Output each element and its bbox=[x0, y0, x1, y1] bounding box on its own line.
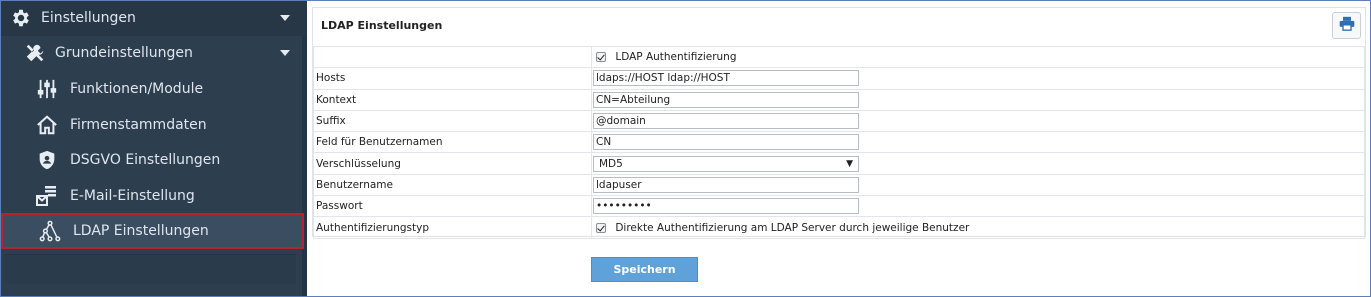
encryption-select[interactable]: MD5 ▼ bbox=[593, 155, 859, 172]
sidebar-item-label: Einstellungen bbox=[41, 10, 136, 26]
sliders-icon bbox=[34, 76, 60, 102]
shield-icon bbox=[34, 147, 60, 173]
home-icon bbox=[34, 112, 60, 138]
suffix-label: Suffix bbox=[313, 109, 592, 133]
kontext-label: Kontext bbox=[313, 88, 592, 111]
tools-icon bbox=[22, 40, 48, 66]
sidebar-item-einstellungen[interactable]: Einstellungen bbox=[0, 0, 307, 36]
print-button[interactable] bbox=[1332, 12, 1361, 39]
sidebar-item-label: Grundeinstellungen bbox=[55, 45, 193, 61]
sidebar-item-label: LDAP Einstellungen bbox=[73, 223, 209, 239]
sidebar-item-label: E-Mail-Einstellung bbox=[70, 188, 195, 204]
passwort-input[interactable] bbox=[593, 198, 859, 215]
sidebar-item-dsgvo[interactable]: DSGVO Einstellungen bbox=[0, 142, 307, 178]
gear-icon bbox=[8, 5, 34, 31]
sidebar-item-label: DSGVO Einstellungen bbox=[70, 152, 221, 168]
hosts-label: Hosts bbox=[313, 67, 592, 90]
table-row: Hosts bbox=[313, 67, 1365, 90]
sidebar-item-email[interactable]: E-Mail-Einstellung bbox=[0, 178, 307, 214]
table-row: Suffix bbox=[313, 109, 1365, 133]
chevron-down-icon[interactable] bbox=[280, 50, 290, 56]
table-row: Passwort bbox=[313, 195, 1365, 218]
encryption-value: MD5 bbox=[599, 157, 623, 170]
username-field-label: Feld für Benutzernamen bbox=[313, 131, 592, 154]
sidebar: Einstellungen Grundeinstellungen Funktio… bbox=[0, 0, 307, 297]
panel-title: LDAP Einstellungen bbox=[321, 19, 443, 32]
save-button[interactable]: Speichern bbox=[591, 257, 698, 282]
sidebar-item-firmenstammdaten[interactable]: Firmenstammdaten bbox=[0, 107, 307, 143]
table-row: Authentifizierungstyp Direkte Authentifi… bbox=[313, 216, 1365, 239]
printer-icon bbox=[1339, 16, 1355, 35]
encryption-label: Verschlüsselung bbox=[313, 152, 592, 175]
suffix-input[interactable] bbox=[593, 113, 859, 130]
network-icon bbox=[37, 218, 63, 244]
sidebar-footer bbox=[4, 254, 296, 284]
auth-type-text: Direkte Authentifizierung am LDAP Server… bbox=[615, 221, 970, 234]
username-field-input[interactable] bbox=[593, 134, 859, 151]
auth-type-checkbox[interactable] bbox=[596, 222, 606, 233]
table-row: Kontext bbox=[313, 88, 1365, 111]
main-content: LDAP Einstellungen LDAP Authentifizierun… bbox=[307, 0, 1371, 297]
dropdown-arrow-icon: ▼ bbox=[846, 158, 853, 169]
table-row: Benutzername bbox=[313, 173, 1365, 197]
sidebar-item-label: Firmenstammdaten bbox=[70, 117, 207, 133]
hosts-input[interactable] bbox=[593, 70, 859, 87]
sidebar-item-funktionen-module[interactable]: Funktionen/Module bbox=[0, 71, 307, 107]
table-row: Verschlüsselung MD5 ▼ bbox=[313, 152, 1365, 175]
passwort-label: Passwort bbox=[313, 195, 592, 218]
mail-icon bbox=[34, 183, 60, 209]
kontext-input[interactable] bbox=[593, 91, 859, 108]
table-row: Feld für Benutzernamen bbox=[313, 131, 1365, 154]
sidebar-item-label: Funktionen/Module bbox=[70, 81, 204, 97]
benutzername-label: Benutzername bbox=[313, 173, 592, 197]
ldap-panel: LDAP Einstellungen LDAP Authentifizierun… bbox=[312, 7, 1366, 239]
chevron-down-icon[interactable] bbox=[280, 15, 290, 21]
sidebar-item-ldap[interactable]: LDAP Einstellungen bbox=[1, 213, 304, 249]
ldap-auth-checkbox[interactable] bbox=[596, 52, 606, 63]
ldap-form-table: LDAP Authentifizierung Hosts Kontext Suf… bbox=[313, 45, 1365, 239]
sidebar-item-grundeinstellungen[interactable]: Grundeinstellungen bbox=[0, 35, 307, 71]
table-row: LDAP Authentifizierung bbox=[313, 45, 1365, 69]
ldap-auth-label: LDAP Authentifizierung bbox=[615, 51, 737, 64]
auth-type-label: Authentifizierungstyp bbox=[313, 216, 592, 239]
benutzername-input[interactable] bbox=[593, 176, 859, 193]
